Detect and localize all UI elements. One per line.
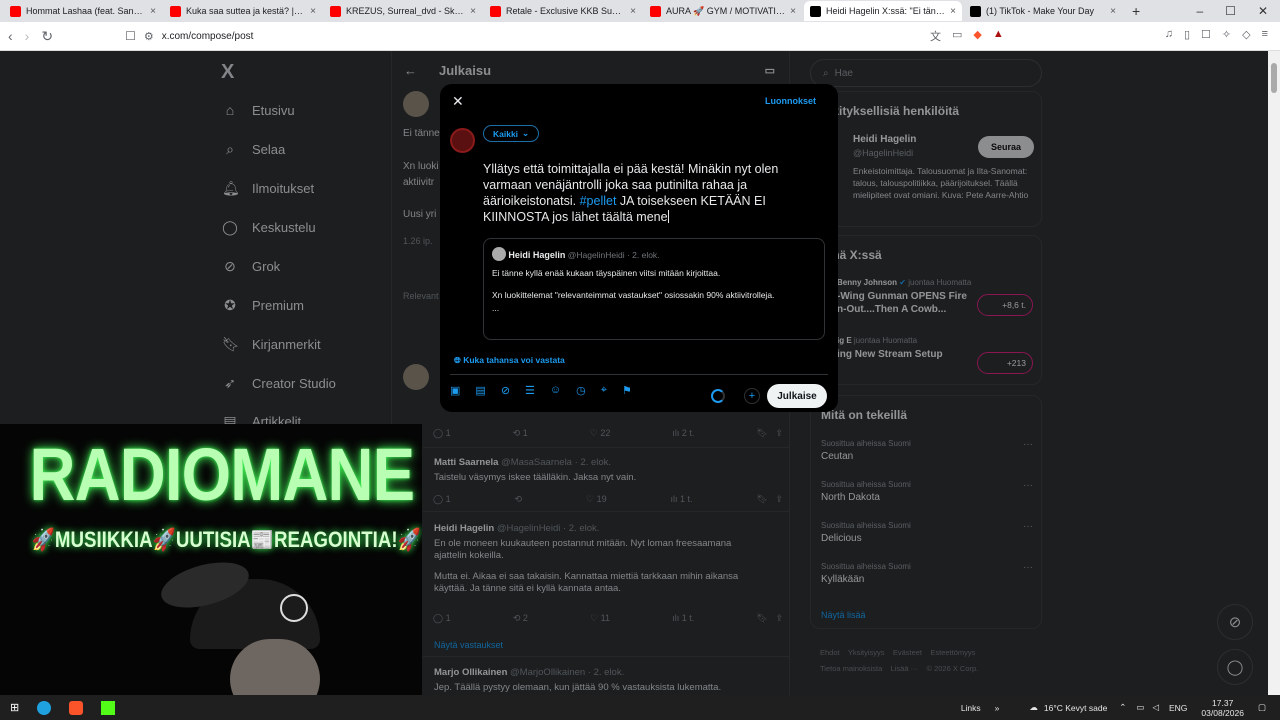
browser-tab[interactable]: KREZUS, Surreal_dvd - Skins (Ultra S×: [324, 1, 482, 21]
youtube-icon: [490, 5, 501, 17]
browser-tab[interactable]: Kuka saa suttea ja kestä? | Sportiik×: [164, 1, 322, 21]
back-icon[interactable]: ‹: [8, 28, 13, 44]
clock[interactable]: 17.37 03/08/2026: [1201, 698, 1244, 718]
hashtag-link[interactable]: #pellet: [580, 194, 617, 208]
add-post-button[interactable]: +: [744, 388, 760, 404]
browser-tab[interactable]: (1) TikTok - Make Your Day ×: [964, 1, 1122, 21]
edge-icon[interactable]: [37, 700, 52, 715]
vpn-icon[interactable]: ◇: [1242, 28, 1250, 44]
close-tab-icon[interactable]: ×: [470, 6, 476, 17]
emoji-icon[interactable]: ☺: [550, 384, 561, 397]
address-bar[interactable]: ☐ ⚙ x.com/compose/post: [125, 25, 918, 47]
drafts-button[interactable]: Luonnokset: [765, 96, 816, 106]
stream-title: RADIOMANE: [29, 433, 416, 516]
notification-icon[interactable]: ▢: [1258, 702, 1266, 713]
maximize-icon[interactable]: ☐: [1225, 4, 1236, 18]
reload-icon[interactable]: ↻: [41, 28, 53, 45]
forward-icon[interactable]: ›: [25, 28, 30, 44]
close-tab-icon[interactable]: ×: [150, 6, 156, 17]
sidebar-icon[interactable]: ▯: [1184, 28, 1190, 44]
extensions-icon[interactable]: ✧: [1222, 28, 1231, 44]
reply-setting[interactable]: 🌐︎ Kuka tahansa voi vastata: [454, 355, 565, 366]
url-text[interactable]: x.com/compose/post: [162, 31, 254, 42]
weather-text[interactable]: 16°C Kevyt sade: [1044, 703, 1107, 713]
minimize-icon[interactable]: –: [1196, 4, 1203, 18]
browser-tab[interactable]: Hommat Lashaa (feat. Sanes T) - Yo×: [4, 1, 162, 21]
audience-selector[interactable]: Kaikki ⌄: [483, 125, 540, 142]
browser-tab-active[interactable]: Heidi Hagelin X:ssä: "Ei tänne k ×: [804, 1, 962, 21]
scrollbar-thumb[interactable]: [1271, 63, 1277, 93]
close-tab-icon[interactable]: ×: [310, 6, 316, 17]
text-caret: [667, 210, 669, 223]
character-counter: [711, 389, 725, 403]
close-tab-icon[interactable]: ×: [1110, 6, 1116, 17]
window-controls: – ☐ ✕: [1196, 4, 1280, 18]
brave-icon[interactable]: [69, 700, 84, 715]
publish-button[interactable]: Julkaise: [767, 384, 827, 408]
compose-toolbar: ▣ ▤ ⊘ ☰ ☺ ◷ ⌖ ⚑: [450, 384, 632, 397]
avatar[interactable]: [450, 128, 475, 153]
browser-tab-strip: Hommat Lashaa (feat. Sanes T) - Yo× Kuka…: [0, 0, 1280, 22]
network-icon[interactable]: ▭: [1136, 702, 1144, 713]
language-indicator[interactable]: ENG: [1169, 703, 1187, 713]
browser-tab[interactable]: AURA 🚀 GYM / MOTIVATION & E×: [644, 1, 802, 21]
new-tab-button[interactable]: +: [1124, 3, 1148, 19]
close-tab-icon[interactable]: ×: [790, 6, 796, 17]
compose-textarea[interactable]: Yllätys että toimittajalla ei pää kestä!…: [483, 161, 801, 225]
flag-icon[interactable]: ⚑: [622, 384, 632, 397]
globe-icon: 🌐︎: [454, 355, 461, 365]
schedule-icon[interactable]: ◷: [576, 384, 586, 397]
links-toolbar[interactable]: Links: [961, 703, 981, 713]
stream-webcam-overlay: RADIOMANE 🚀MUSIIKKIA🚀UUTISIA📰REAGOINTIA!…: [0, 424, 422, 695]
extension-icons: 文 ▭ ◆ ▲ ♫ ▯ ☐ ✧ ◇ ≡: [930, 28, 1280, 44]
scrollbar[interactable]: [1268, 51, 1280, 695]
volume-icon[interactable]: ◁: [1152, 702, 1159, 713]
grok-icon[interactable]: ⊘: [501, 384, 510, 397]
quoted-post[interactable]: Heidi Hagelin @HagelinHeidi · 2. elok. E…: [483, 238, 825, 340]
poll-icon[interactable]: ☰: [525, 384, 535, 397]
stream-subtitle: 🚀MUSIIKKIA🚀UUTISIA📰REAGOINTIA!🚀: [31, 527, 421, 552]
cap-logo: [280, 594, 308, 622]
translate-icon[interactable]: 文: [930, 28, 941, 44]
menu-icon[interactable]: ≡: [1262, 28, 1268, 44]
close-icon[interactable]: ✕: [452, 93, 464, 110]
close-tab-icon[interactable]: ×: [630, 6, 636, 17]
chevron-down-icon: ⌄: [522, 128, 530, 138]
site-info-icon[interactable]: ⚙: [144, 30, 154, 43]
compose-dialog: ✕ Luonnokset Kaikki ⌄ Yllätys että toimit…: [440, 84, 838, 412]
gif-icon[interactable]: ▤: [475, 384, 485, 397]
start-icon[interactable]: ⊞: [10, 701, 19, 714]
youtube-icon: [330, 5, 341, 17]
tiktok-icon: [970, 5, 981, 17]
divider: [450, 374, 828, 375]
media-icon[interactable]: ♫: [1165, 28, 1173, 44]
screen: Hommat Lashaa (feat. Sanes T) - Yo× Kuka…: [0, 0, 1280, 720]
x-logo-icon: [810, 5, 821, 17]
close-tab-icon[interactable]: ×: [950, 6, 956, 17]
streamer-figure: [140, 554, 370, 695]
bookmarks-icon[interactable]: ☐: [1201, 28, 1211, 44]
browser-tab[interactable]: Retale - Exclusive KKB Support (w/×: [484, 1, 642, 21]
rewards-icon[interactable]: ▲: [993, 28, 1004, 44]
streaming-app-icon[interactable]: [101, 700, 116, 715]
youtube-icon: [10, 5, 21, 17]
taskbar: ⊞ Links » ☁ 16°C Kevyt sade ⌃ ▭ ◁ ENG 17…: [0, 695, 1280, 720]
image-icon[interactable]: ▣: [450, 384, 460, 397]
tray-chevron-icon[interactable]: ⌃: [1119, 702, 1126, 713]
chevron-up-icon[interactable]: »: [995, 703, 1000, 713]
location-icon[interactable]: ⌖: [601, 384, 607, 397]
bookmark-icon[interactable]: ☐: [125, 29, 136, 43]
close-window-icon[interactable]: ✕: [1258, 4, 1268, 18]
weather-icon: ☁: [1029, 702, 1038, 712]
youtube-icon: [170, 5, 181, 17]
avatar: [492, 247, 506, 261]
youtube-icon: [650, 5, 661, 17]
brave-shield-icon[interactable]: ◆: [973, 28, 981, 44]
cast-icon[interactable]: ▭: [952, 28, 962, 44]
browser-toolbar: ‹ › ↻ ☐ ⚙ x.com/compose/post 文 ▭ ◆ ▲ ♫ ▯…: [0, 22, 1280, 51]
